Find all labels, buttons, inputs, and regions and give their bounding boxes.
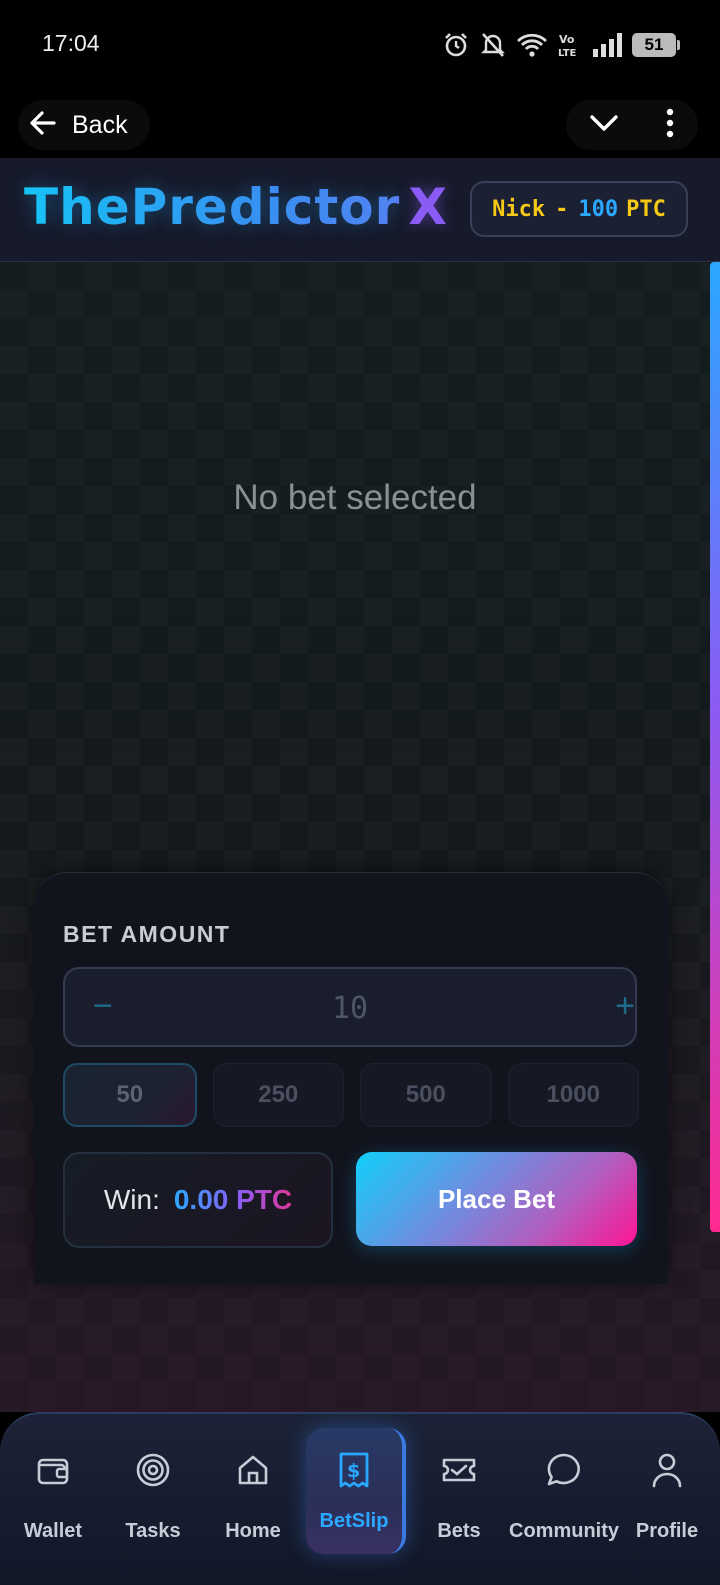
- nav-label: Tasks: [125, 1520, 181, 1542]
- home-icon: [236, 1450, 270, 1490]
- signal-icon: [592, 33, 622, 57]
- logo-accent-text: X: [408, 178, 448, 236]
- nav-label: Bets: [437, 1520, 481, 1542]
- svg-text:LTE: LTE: [558, 48, 577, 59]
- nav-label: Wallet: [23, 1520, 83, 1542]
- wifi-icon: [516, 32, 548, 58]
- app-logo: ThePredictor X: [24, 178, 448, 236]
- app-header: ThePredictor X Nick - 100 PTC: [0, 158, 720, 262]
- nav-bets[interactable]: Bets: [409, 1414, 509, 1585]
- balance-unit: PTC: [626, 196, 666, 222]
- logo-main-text: ThePredictor: [24, 178, 401, 236]
- place-bet-button[interactable]: Place Bet: [356, 1152, 637, 1246]
- back-label: Back: [72, 110, 128, 139]
- nav-profile[interactable]: Profile: [622, 1414, 712, 1585]
- user-icon: [652, 1450, 682, 1490]
- nav-tasks[interactable]: Tasks: [103, 1414, 203, 1585]
- nav-label: BetSlip: [319, 1510, 389, 1532]
- arrow-left-icon: [28, 108, 58, 143]
- back-button[interactable]: Back: [18, 100, 150, 150]
- bet-amount-label: BET AMOUNT: [63, 921, 231, 947]
- receipt-dollar-icon: $: [337, 1450, 371, 1490]
- preset-amounts: 50 250 500 1000: [63, 1063, 639, 1127]
- nav-wallet[interactable]: Wallet: [3, 1414, 103, 1585]
- battery-icon: 51: [632, 33, 680, 57]
- user-name: Nick: [492, 196, 546, 222]
- alarm-icon: [442, 31, 470, 59]
- chat-bubble-icon: [546, 1450, 582, 1490]
- nav-label: Home: [225, 1520, 281, 1542]
- win-label: Win:: [103, 1184, 160, 1215]
- win-value: 0.00 PTC: [173, 1184, 293, 1215]
- balance-value: 100: [578, 196, 619, 222]
- nav-label: Profile: [635, 1520, 699, 1542]
- svg-text:Vo: Vo: [559, 33, 575, 46]
- badge-separator: -: [555, 196, 569, 222]
- preset-1000[interactable]: 1000: [507, 1063, 639, 1127]
- preset-250[interactable]: 250: [212, 1063, 344, 1127]
- volte-icon: Vo LTE: [558, 31, 582, 59]
- nav-label: Community: [509, 1520, 619, 1542]
- browser-toolbar: Back: [0, 92, 720, 158]
- bottom-nav: Wallet Tasks Home $ BetSlip Bets Communi…: [0, 1412, 720, 1585]
- chevron-down-icon[interactable]: [589, 113, 619, 138]
- potential-win: Win: 0.00 PTC: [63, 1152, 333, 1248]
- nav-community[interactable]: Community: [504, 1414, 624, 1585]
- preset-500[interactable]: 500: [360, 1063, 492, 1127]
- toolbar-actions: [566, 100, 698, 150]
- more-vertical-icon[interactable]: [665, 108, 675, 143]
- svg-text:$: $: [347, 1460, 360, 1482]
- betslip-main: No bet selected BET AMOUNT − 10 + 50 250…: [0, 262, 720, 1412]
- ticket-check-icon: [441, 1450, 477, 1490]
- increase-button[interactable]: +: [615, 987, 635, 1026]
- nav-home[interactable]: Home: [203, 1414, 303, 1585]
- nav-betslip[interactable]: $ BetSlip: [306, 1428, 406, 1554]
- wallet-icon: [36, 1450, 70, 1490]
- target-icon: [135, 1450, 171, 1490]
- scrollbar[interactable]: [710, 262, 720, 1232]
- user-balance-badge[interactable]: Nick - 100 PTC: [470, 181, 688, 237]
- status-bar: 17:04 Vo LTE 51: [0, 0, 720, 92]
- amount-stepper: − 10 +: [63, 967, 637, 1047]
- amount-input[interactable]: 10: [65, 991, 635, 1026]
- status-time: 17:04: [42, 30, 100, 56]
- bell-off-icon: [480, 31, 506, 59]
- empty-message: No bet selected: [233, 478, 477, 517]
- bet-panel: BET AMOUNT − 10 + 50 250 500 1000 Win: 0…: [34, 872, 668, 1284]
- status-icons: Vo LTE 51: [442, 30, 680, 60]
- preset-50[interactable]: 50: [63, 1063, 197, 1127]
